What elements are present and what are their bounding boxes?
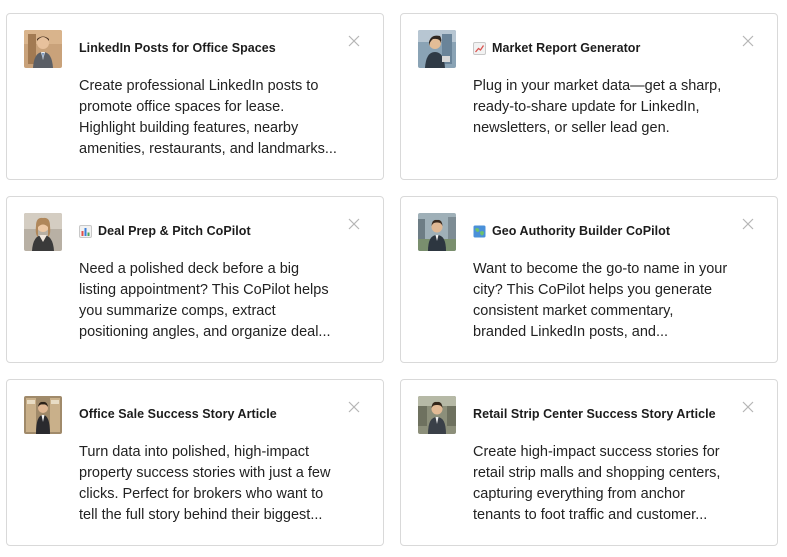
- copilot-card-grid: LinkedIn Posts for Office Spaces Create …: [0, 0, 787, 557]
- card-title: Office Sale Success Story Article: [79, 407, 277, 421]
- close-icon[interactable]: [741, 217, 755, 231]
- card-description: Create high-impact success stories for r…: [473, 444, 721, 523]
- close-icon[interactable]: [347, 400, 361, 414]
- close-icon[interactable]: [347, 217, 361, 231]
- card-description: Create professional LinkedIn posts to pr…: [79, 78, 337, 157]
- card-title: Market Report Generator: [492, 41, 641, 55]
- copilot-card[interactable]: Retail Strip Center Success Story Articl…: [400, 379, 778, 546]
- avatar: [418, 396, 456, 434]
- bar-chart-icon: [79, 224, 92, 238]
- card-title: Retail Strip Center Success Story Articl…: [473, 407, 716, 421]
- copilot-card[interactable]: Deal Prep & Pitch CoPilot Need a polishe…: [6, 196, 384, 363]
- card-title: Geo Authority Builder CoPilot: [492, 224, 671, 238]
- chart-increasing-icon: [473, 41, 486, 55]
- avatar: [418, 213, 456, 251]
- card-title: LinkedIn Posts for Office Spaces: [79, 41, 276, 55]
- card-description: Want to become the go-to name in your ci…: [473, 261, 728, 340]
- avatar: [418, 30, 456, 68]
- avatar: [24, 396, 62, 434]
- card-description: Turn data into polished, high-impact pro…: [79, 444, 331, 523]
- card-description: Need a polished deck before a big listin…: [79, 261, 331, 340]
- card-title: Deal Prep & Pitch CoPilot: [98, 224, 251, 238]
- avatar: [24, 213, 62, 251]
- card-description: Plug in your market data—get a sharp, re…: [473, 78, 722, 136]
- copilot-card[interactable]: Geo Authority Builder CoPilot Want to be…: [400, 196, 778, 363]
- copilot-card[interactable]: Office Sale Success Story Article Turn d…: [6, 379, 384, 546]
- copilot-card[interactable]: LinkedIn Posts for Office Spaces Create …: [6, 13, 384, 180]
- copilot-card[interactable]: Market Report Generator Plug in your mar…: [400, 13, 778, 180]
- close-icon[interactable]: [347, 34, 361, 48]
- close-icon[interactable]: [741, 400, 755, 414]
- avatar: [24, 30, 62, 68]
- close-icon[interactable]: [741, 34, 755, 48]
- world-map-icon: [473, 225, 486, 238]
